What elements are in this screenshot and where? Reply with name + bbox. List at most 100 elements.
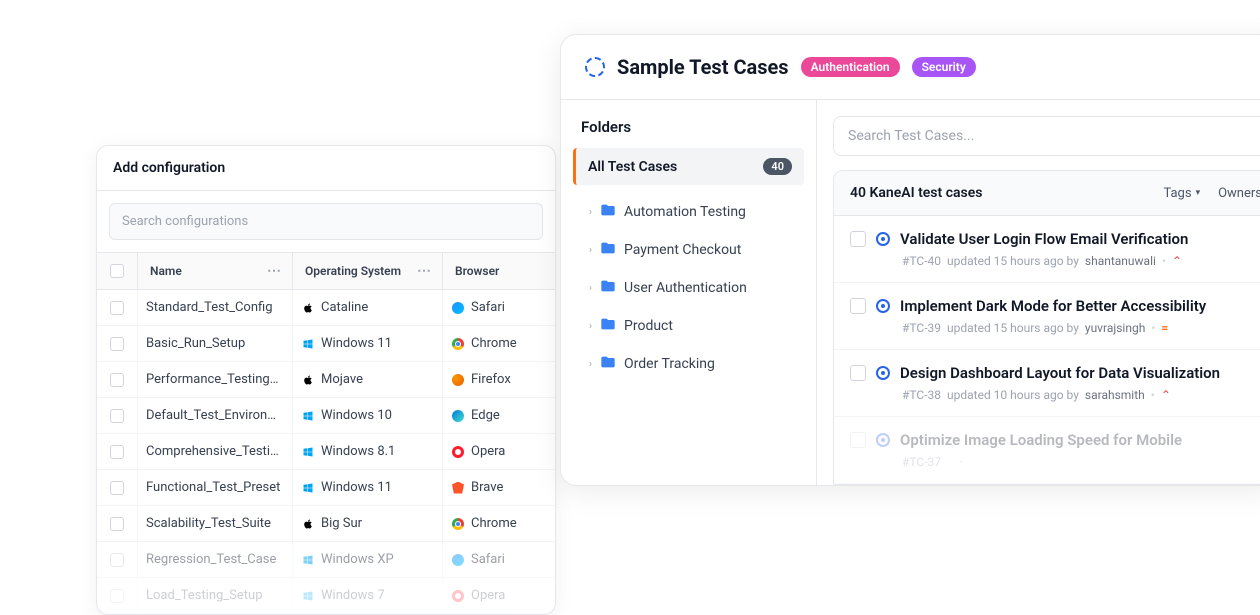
checkbox[interactable]	[850, 298, 866, 314]
row-name: Comprehensive_Testing...	[137, 434, 292, 469]
chevron-right-icon: ›	[589, 283, 592, 294]
chrome-icon	[451, 337, 465, 351]
folder-item[interactable]: › Automation Testing	[573, 193, 804, 231]
filter-owners[interactable]: Owners	[1218, 186, 1260, 201]
table-row[interactable]: Load_Testing_SetupWindows 7Opera	[97, 578, 555, 614]
folder-label: Automation Testing	[624, 204, 746, 220]
testcase-author: sarahsmith	[1085, 388, 1145, 402]
folders-sidebar: Folders All Test Cases 40 › Automation Te…	[561, 100, 817, 485]
folder-item[interactable]: ›User Authentication	[573, 269, 804, 307]
checkbox[interactable]	[110, 373, 124, 387]
table-row[interactable]: Regression_Test_CaseWindows XPSafari	[97, 542, 555, 578]
row-checkbox-cell	[97, 435, 137, 469]
status-open-icon	[876, 433, 890, 447]
testcase-item[interactable]: Validate User Login Flow Email Verificat…	[834, 216, 1260, 283]
checkbox[interactable]	[110, 337, 124, 351]
table-row[interactable]: Comprehensive_Testing...Windows 8.1Opera	[97, 434, 555, 470]
row-browser: Brave	[442, 470, 552, 505]
filter-tags[interactable]: Tags ▾	[1163, 186, 1200, 201]
row-browser: Edge	[442, 398, 552, 433]
col-browser[interactable]: Browser	[442, 253, 552, 289]
table-row[interactable]: Standard_Test_ConfigCatalineSafari	[97, 290, 555, 326]
row-os: Windows 7	[292, 578, 442, 613]
more-icon[interactable]: ⋯	[267, 263, 280, 279]
row-name: Performance_Testing_S...	[137, 362, 292, 397]
brave-icon	[451, 481, 465, 495]
filter-tags-label: Tags	[1163, 186, 1191, 201]
row-name: Basic_Run_Setup	[137, 326, 292, 361]
tag-authentication[interactable]: Authentication	[801, 57, 900, 77]
table-row[interactable]: Functional_Test_PresetWindows 11Brave	[97, 470, 555, 506]
testcase-item[interactable]: Implement Dark Mode for Better Accessibi…	[834, 283, 1260, 350]
checkbox[interactable]	[850, 432, 866, 448]
folder-item[interactable]: ›Product	[573, 307, 804, 345]
row-name: Functional_Test_Preset	[137, 470, 292, 505]
checkbox[interactable]	[110, 301, 124, 315]
testcases-count-label: 40 KaneAI test cases	[850, 185, 982, 201]
testcases-search-input[interactable]: Search Test Cases...	[833, 116, 1260, 156]
tag-security[interactable]: Security	[912, 57, 976, 77]
folder-label: Order Tracking	[624, 356, 715, 372]
status-open-icon	[876, 366, 890, 380]
separator: •	[1151, 388, 1155, 402]
folder-label: Product	[624, 318, 673, 334]
checkbox[interactable]	[850, 365, 866, 381]
folder-item[interactable]: ›Order Tracking	[573, 345, 804, 383]
testcase-item[interactable]: Design Dashboard Layout for Data Visuali…	[834, 350, 1260, 417]
separator: •	[1151, 321, 1155, 335]
col-os[interactable]: Operating System⋯	[292, 253, 442, 289]
testcase-title: Design Dashboard Layout for Data Visuali…	[900, 364, 1220, 382]
col-name[interactable]: Name⋯	[137, 253, 292, 289]
table-row[interactable]: Default_Test_Environm...Windows 10Edge	[97, 398, 555, 434]
testcase-meta: #TC-38updated 10 hours ago bysarahsmith•…	[850, 382, 1260, 402]
col-browser-label: Browser	[455, 264, 499, 278]
table-row[interactable]: Basic_Run_SetupWindows 11Chrome	[97, 326, 555, 362]
status-open-icon	[876, 299, 890, 313]
testcase-updated: updated 15 hours ago by	[947, 321, 1079, 335]
row-name: Standard_Test_Config	[137, 290, 292, 325]
chevron-right-icon: ›	[589, 245, 592, 256]
table-row[interactable]: Scalability_Test_SuiteBig SurChrome	[97, 506, 555, 542]
folder-item[interactable]: ›Payment Checkout	[573, 231, 804, 269]
row-os: Windows 10	[292, 398, 442, 433]
filter-owners-label: Owners	[1218, 186, 1260, 201]
folders-title: Folders	[573, 118, 804, 148]
checkbox[interactable]	[110, 553, 124, 567]
more-icon[interactable]: ⋯	[417, 263, 430, 279]
row-browser: Firefox	[442, 362, 552, 397]
status-open-icon	[876, 232, 890, 246]
checkbox[interactable]	[110, 589, 124, 603]
row-os: Windows XP	[292, 542, 442, 577]
separator: •	[959, 455, 963, 469]
checkbox[interactable]	[850, 231, 866, 247]
folder-all-count: 40	[763, 158, 792, 175]
row-browser: Opera	[442, 578, 552, 613]
row-os: Windows 11	[292, 326, 442, 361]
row-checkbox-cell	[97, 471, 137, 505]
checkbox-all[interactable]	[110, 264, 124, 278]
row-name: Scalability_Test_Suite	[137, 506, 292, 541]
testcases-header: Sample Test Cases Authentication Securit…	[561, 35, 1260, 100]
table-row[interactable]: Performance_Testing_S...MojaveFirefox	[97, 362, 555, 398]
testcase-item[interactable]: Optimize Image Loading Speed for Mobile #…	[834, 417, 1260, 484]
windows-icon	[301, 409, 315, 423]
checkbox[interactable]	[110, 481, 124, 495]
windows-icon	[301, 481, 315, 495]
testcase-id: #TC-37	[902, 455, 941, 469]
apple-icon	[301, 373, 315, 387]
config-search-input[interactable]: Search configurations	[109, 203, 543, 240]
safari-icon	[451, 553, 465, 567]
testcase-title: Implement Dark Mode for Better Accessibi…	[900, 297, 1206, 315]
checkbox[interactable]	[110, 517, 124, 531]
row-os: Mojave	[292, 362, 442, 397]
col-checkbox	[97, 253, 137, 289]
checkbox[interactable]	[110, 445, 124, 459]
checkbox[interactable]	[110, 409, 124, 423]
folder-icon	[600, 202, 616, 222]
chevron-right-icon: ›	[589, 207, 592, 218]
folder-all-testcases[interactable]: All Test Cases 40	[573, 148, 804, 185]
testcase-title: Optimize Image Loading Speed for Mobile	[900, 431, 1182, 449]
chevron-down-icon: ▾	[1196, 188, 1201, 198]
priority-high-icon: ⌃	[1161, 388, 1171, 402]
config-panel: Add configuration Search configurations …	[96, 145, 556, 615]
